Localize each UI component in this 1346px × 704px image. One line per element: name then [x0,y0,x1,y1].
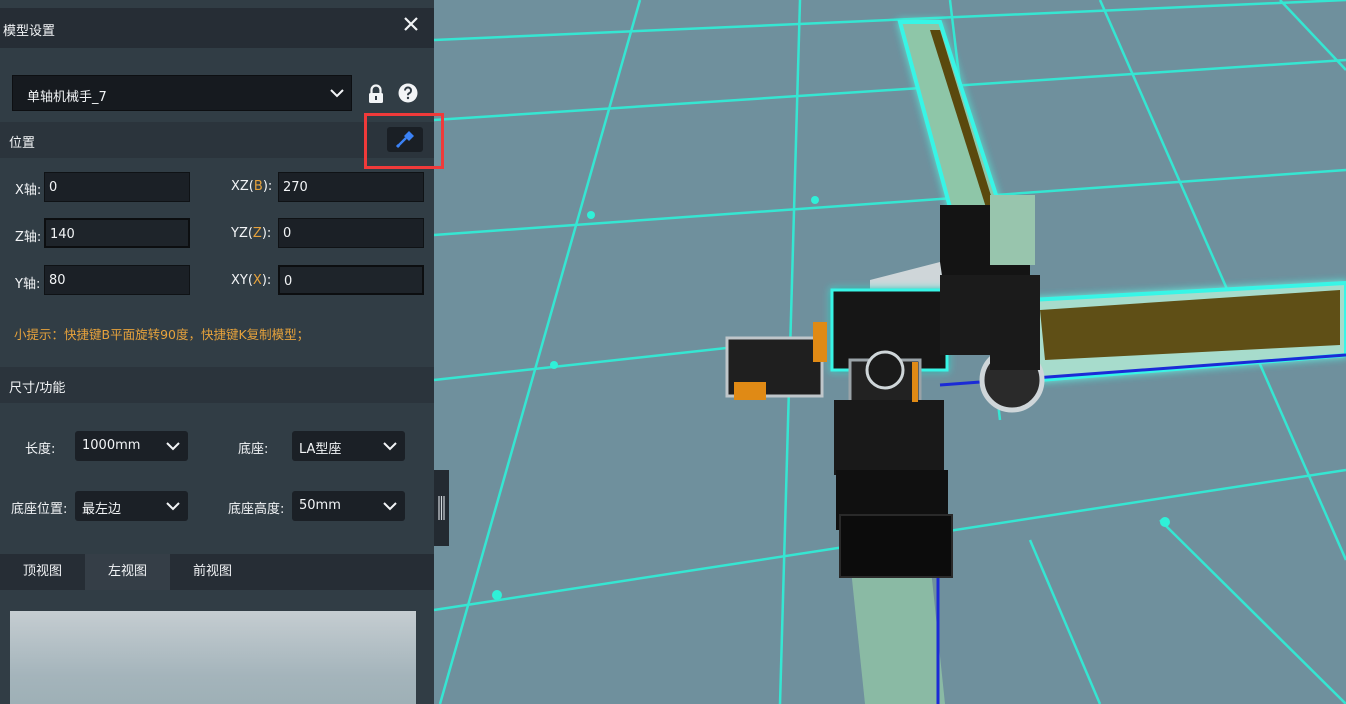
highlight-annotation-box [364,113,444,169]
base-height-value: 50mm [299,498,341,513]
help-icon[interactable] [398,83,418,103]
xz-rotation-label: XZ(B): [231,179,273,194]
close-icon[interactable] [402,15,420,33]
y-axis-label: Y轴: [15,277,41,292]
chevron-down-icon [383,442,397,451]
yz-rotation-input[interactable]: 0 [278,218,424,248]
chevron-down-icon [166,442,180,451]
x-axis-label: X轴: [15,183,42,198]
tab-left-view[interactable]: 左视图 [85,554,170,590]
xz-rotation-input[interactable]: 270 [278,172,424,202]
panel-header: 模型设置 [0,8,434,48]
size-section-header: 尺寸/功能 [0,367,434,403]
panel-resize-handle[interactable] [434,470,449,546]
yz-rotation-label: YZ(Z): [231,226,272,241]
model-select[interactable]: 单轴机械手_7 [12,75,352,111]
length-value: 1000mm [82,438,141,453]
lock-icon[interactable] [367,84,385,104]
model-settings-panel: 模型设置 单轴机械手_7 位置 X轴: 0 Z轴: 140 Y轴: 80 XZ(… [0,0,444,704]
base-value: LA型座 [299,442,342,457]
base-label: 底座: [238,442,269,457]
base-position-select[interactable]: 最左边 [75,491,188,521]
xy-rotation-input[interactable]: 0 [278,265,424,295]
length-label: 长度: [25,442,56,457]
chevron-down-icon [166,502,180,511]
xy-rotation-label: XY(X): [231,273,272,288]
position-section-title: 位置 [9,136,36,151]
base-height-label: 底座高度: [228,502,285,517]
view-preview [10,611,416,704]
chevron-down-icon [383,502,397,511]
shortcut-tip: 小提示：快捷键B平面旋转90度，快捷键K复制模型； [14,327,310,342]
tab-front-view[interactable]: 前视图 [170,554,255,590]
base-position-value: 最左边 [82,502,122,517]
x-axis-input[interactable]: 0 [44,172,190,202]
grip-icon [438,496,445,520]
tab-top-view[interactable]: 顶视图 [0,554,85,590]
chevron-down-icon [330,89,344,98]
length-select[interactable]: 1000mm [75,431,188,461]
y-axis-input[interactable]: 80 [44,265,190,295]
base-height-select[interactable]: 50mm [292,491,405,521]
model-select-value: 单轴机械手_7 [27,90,107,105]
z-axis-input[interactable]: 140 [44,218,190,248]
base-select[interactable]: LA型座 [292,431,405,461]
size-section-title: 尺寸/功能 [9,381,66,396]
panel-title: 模型设置 [3,24,56,39]
z-axis-label: Z轴: [15,230,42,245]
base-position-label: 底座位置: [11,502,68,517]
view-tabs: 顶视图 左视图 前视图 [0,554,434,590]
